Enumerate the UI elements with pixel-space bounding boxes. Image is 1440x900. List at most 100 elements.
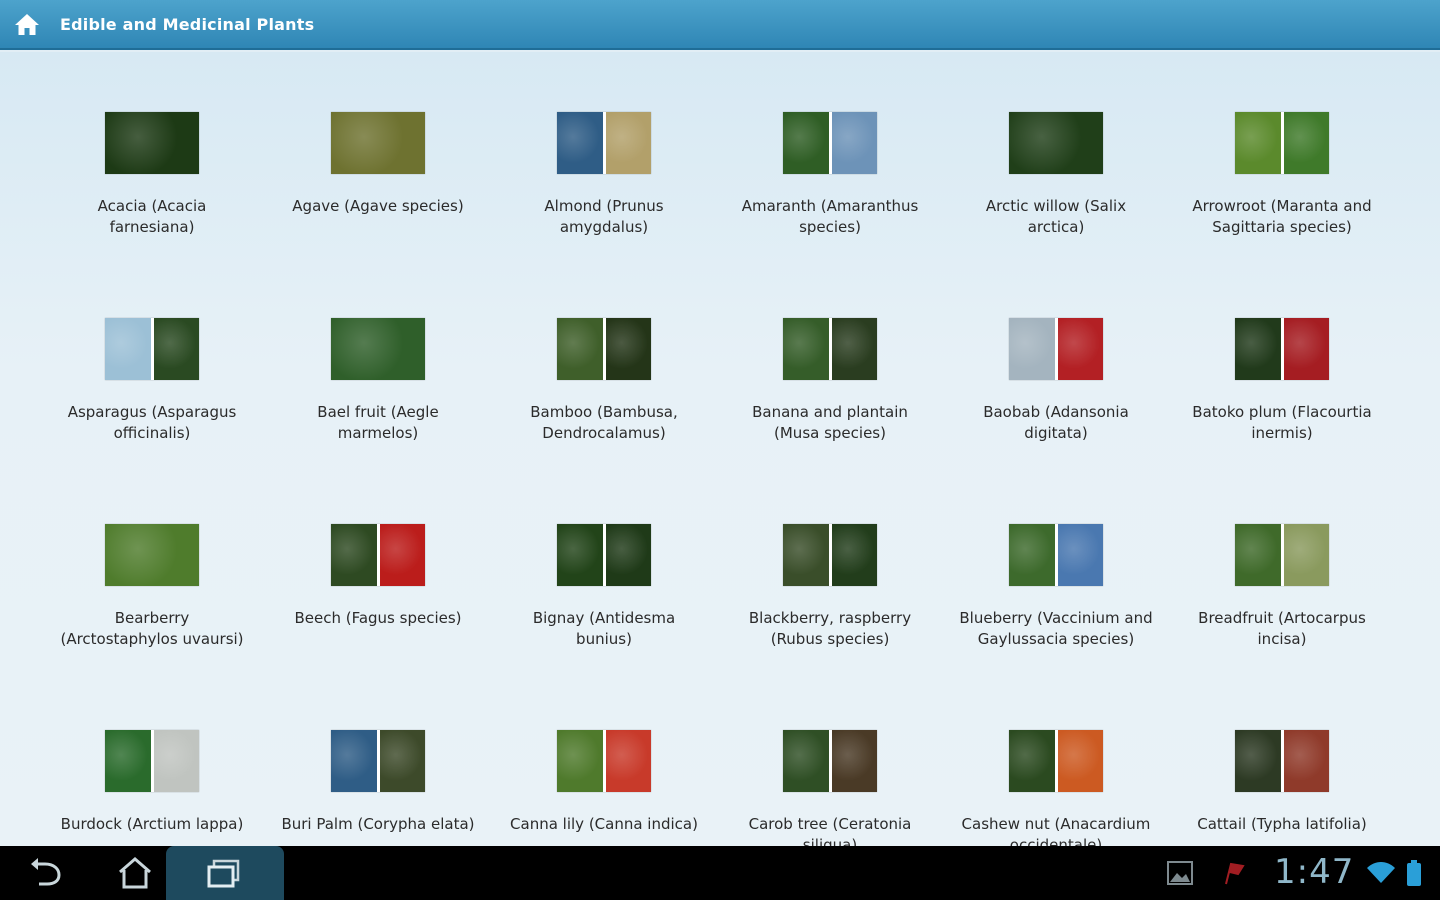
thumbnail-photo [557, 112, 603, 174]
thumbnail-photo [1057, 730, 1103, 792]
thumbnail-photo [1057, 318, 1103, 380]
plant-item[interactable]: Canna lily (Canna indica) [491, 730, 717, 846]
thumbnail-photo [605, 112, 651, 174]
thumbnail-photo [331, 524, 377, 586]
plant-thumbnail [331, 524, 425, 586]
plant-grid-container[interactable]: Acacia (Acacia farnesiana) Agave (Agave s… [0, 52, 1440, 846]
thumbnail-photo [1283, 112, 1329, 174]
plant-label: Cashew nut (Anacardium occidentale) [961, 815, 1151, 846]
plant-thumbnail [783, 524, 877, 586]
plant-item[interactable]: Burdock (Arctium lappa) [39, 730, 265, 846]
thumbnail-photo [831, 524, 877, 586]
system-navigation-bar: 1:47 [0, 846, 1440, 900]
plant-label: Carob tree (Ceratonia siliqua) [748, 815, 912, 846]
plant-thumbnail [783, 318, 877, 380]
home-icon[interactable] [14, 11, 40, 37]
thumbnail-photo [1235, 524, 1281, 586]
plant-label: Asparagus (Asparagus officinalis) [67, 403, 237, 442]
recent-apps-icon [207, 859, 240, 888]
plant-label: Burdock (Arctium lappa) [60, 815, 244, 833]
plant-thumbnail [105, 318, 199, 380]
plant-item[interactable]: Carob tree (Ceratonia siliqua) [717, 730, 943, 846]
plant-label: Blackberry, raspberry (Rubus species) [748, 609, 912, 648]
thumbnail-photo [1283, 730, 1329, 792]
plant-item[interactable]: Agave (Agave species) [265, 112, 491, 318]
thumbnail-photo [1235, 730, 1281, 792]
plant-item[interactable]: Amaranth (Amaranthus species) [717, 112, 943, 318]
plant-item[interactable]: Bamboo (Bambusa, Dendrocalamus) [491, 318, 717, 524]
thumbnail-photo [1235, 112, 1281, 174]
plant-item[interactable]: Blueberry (Vaccinium and Gaylussacia spe… [943, 524, 1169, 730]
plant-item[interactable]: Arctic willow (Salix arctica) [943, 112, 1169, 318]
plant-item[interactable]: Beech (Fagus species) [265, 524, 491, 730]
plant-label: Canna lily (Canna indica) [510, 815, 698, 833]
thumbnail-photo [831, 318, 877, 380]
plant-thumbnail [1235, 524, 1329, 586]
plant-label: Acacia (Acacia farnesiana) [97, 197, 207, 236]
flag-notification-icon[interactable] [1218, 846, 1250, 900]
plant-label: Arctic willow (Salix arctica) [985, 197, 1127, 236]
plant-thumbnail [105, 112, 199, 174]
plant-item[interactable]: Breadfruit (Artocarpus incisa) [1169, 524, 1395, 730]
plant-item[interactable]: Asparagus (Asparagus officinalis) [39, 318, 265, 524]
wifi-icon [1366, 846, 1396, 900]
plant-thumbnail [1009, 730, 1103, 792]
plant-item[interactable]: Almond (Prunus amygdalus) [491, 112, 717, 318]
plant-item[interactable]: Cashew nut (Anacardium occidentale) [943, 730, 1169, 846]
action-bar: Edible and Medicinal Plants [0, 0, 1440, 50]
thumbnail-photo [831, 112, 877, 174]
thumbnail-photo [783, 730, 829, 792]
plant-thumbnail [331, 318, 425, 380]
plant-item[interactable]: Bignay (Antidesma bunius) [491, 524, 717, 730]
plant-item[interactable]: Blackberry, raspberry (Rubus species) [717, 524, 943, 730]
thumbnail-photo [331, 112, 425, 174]
plant-thumbnail [1235, 730, 1329, 792]
back-button[interactable] [12, 846, 82, 900]
plant-item[interactable]: Bearberry (Arctostaphylos uvaursi) [39, 524, 265, 730]
plant-item[interactable]: Batoko plum (Flacourtia inermis) [1169, 318, 1395, 524]
recent-apps-button[interactable] [166, 846, 284, 900]
plant-label: Beech (Fagus species) [294, 609, 462, 627]
plant-label: Arrowroot (Maranta and Sagittaria specie… [1192, 197, 1372, 236]
thumbnail-photo [1283, 318, 1329, 380]
thumbnail-photo [153, 318, 199, 380]
plant-item[interactable]: Cattail (Typha latifolia) [1169, 730, 1395, 846]
nav-home-icon [119, 857, 151, 889]
thumbnail-photo [831, 730, 877, 792]
thumbnail-photo [605, 524, 651, 586]
plant-thumbnail [105, 730, 199, 792]
plant-label: Bamboo (Bambusa, Dendrocalamus) [530, 403, 678, 442]
clock: 1:47 [1274, 852, 1355, 892]
plant-label: Blueberry (Vaccinium and Gaylussacia spe… [959, 609, 1153, 648]
plant-item[interactable]: Baobab (Adansonia digitata) [943, 318, 1169, 524]
plant-label: Bearberry (Arctostaphylos uvaursi) [60, 609, 244, 648]
thumbnail-photo [1009, 318, 1055, 380]
plant-thumbnail [557, 730, 651, 792]
plant-item[interactable]: Acacia (Acacia farnesiana) [39, 112, 265, 318]
thumbnail-photo [379, 730, 425, 792]
plant-item[interactable]: Arrowroot (Maranta and Sagittaria specie… [1169, 112, 1395, 318]
plant-item[interactable]: Bael fruit (Aegle marmelos) [265, 318, 491, 524]
thumbnail-photo [1009, 730, 1055, 792]
thumbnail-photo [153, 730, 199, 792]
plant-item[interactable]: Banana and plantain (Musa species) [717, 318, 943, 524]
plant-thumbnail [105, 524, 199, 586]
plant-grid: Acacia (Acacia farnesiana) Agave (Agave s… [39, 112, 1395, 846]
thumbnail-photo [105, 318, 151, 380]
plant-thumbnail [783, 730, 877, 792]
thumbnail-photo [1009, 524, 1055, 586]
plant-item[interactable]: Buri Palm (Corypha elata) [265, 730, 491, 846]
home-button[interactable] [100, 846, 170, 900]
plant-label: Buri Palm (Corypha elata) [281, 815, 475, 833]
thumbnail-photo [379, 524, 425, 586]
thumbnail-photo [783, 112, 829, 174]
thumbnail-photo [105, 730, 151, 792]
gallery-notification-icon[interactable] [1160, 846, 1200, 900]
plant-thumbnail [557, 318, 651, 380]
plant-label: Almond (Prunus amygdalus) [544, 197, 664, 236]
thumbnail-photo [557, 730, 603, 792]
thumbnail-photo [605, 318, 651, 380]
battery-icon [1402, 846, 1426, 900]
plant-thumbnail [1009, 112, 1103, 174]
thumbnail-photo [105, 524, 199, 586]
